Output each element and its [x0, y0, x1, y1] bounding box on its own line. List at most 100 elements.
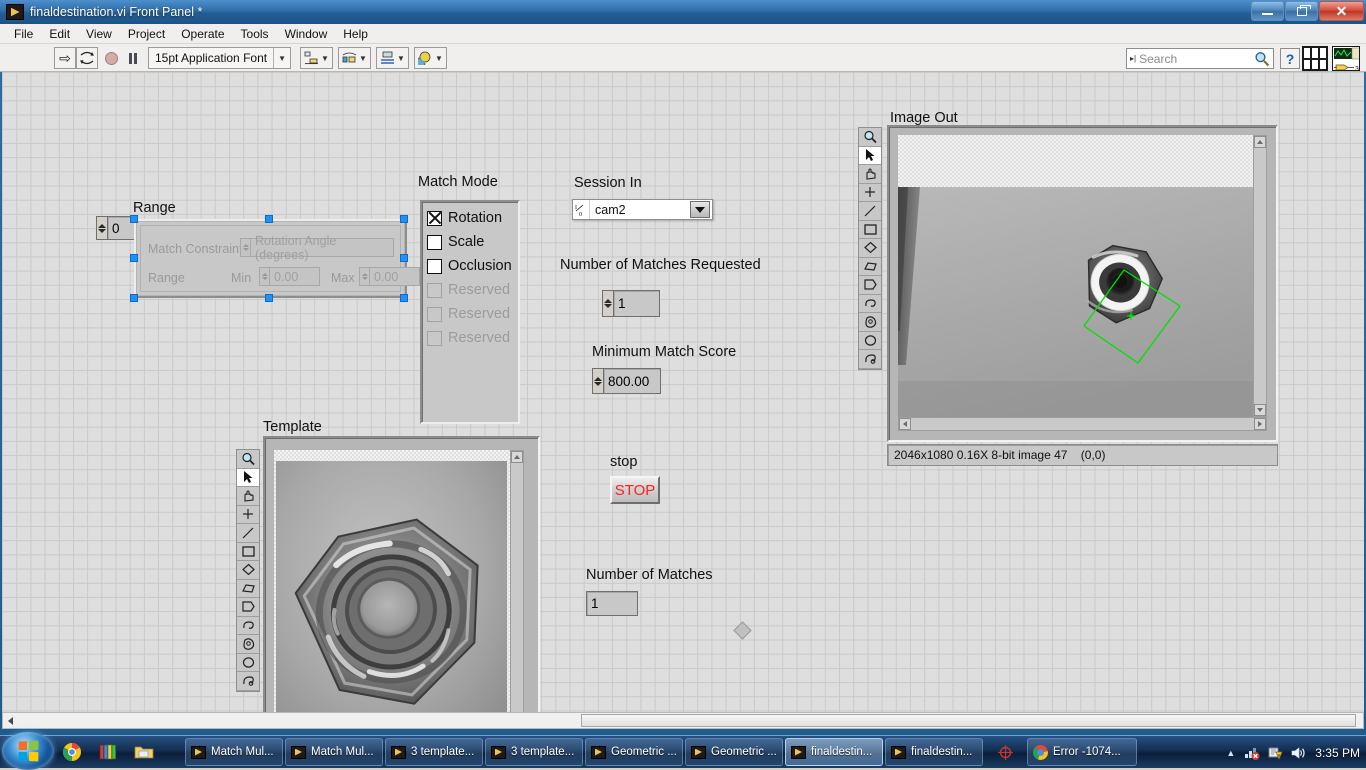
selection-handle-tc[interactable] [265, 215, 273, 223]
image-out-vscrollbar[interactable] [1253, 135, 1267, 417]
context-help-button[interactable]: ? [1280, 48, 1300, 69]
template-tool-palette[interactable] [236, 449, 260, 692]
network-error-icon[interactable] [1244, 745, 1260, 761]
line-icon[interactable] [237, 524, 259, 543]
polygon-icon[interactable] [859, 257, 881, 276]
close-button[interactable]: ✕ [1319, 1, 1364, 21]
minimize-button[interactable] [1251, 1, 1284, 21]
selection-handle-ml[interactable] [130, 254, 138, 262]
scroll-up-button[interactable] [1254, 136, 1266, 148]
panel-scroll-thumb[interactable] [581, 714, 1356, 727]
range-min-control[interactable]: 0.00 [259, 267, 320, 286]
restore-button[interactable] [1285, 1, 1318, 21]
selection-handle-br[interactable] [400, 294, 408, 302]
font-selector[interactable]: 15pt Application Font ▼ [148, 47, 292, 69]
run-button[interactable]: ⇨ [54, 47, 76, 69]
menu-item-file[interactable]: File [6, 25, 41, 43]
rotated-rectangle-icon[interactable] [859, 239, 881, 258]
menu-item-project[interactable]: Project [120, 25, 173, 43]
menu-item-help[interactable]: Help [335, 25, 376, 43]
library-icon[interactable] [98, 742, 118, 762]
selection-handle-tr[interactable] [400, 215, 408, 223]
annulus-icon[interactable] [859, 313, 881, 332]
range-numeric-spinner[interactable] [96, 216, 107, 240]
match-constraints-value[interactable]: Rotation Angle (degrees) [250, 234, 394, 262]
selection-arrow-icon[interactable] [237, 468, 259, 487]
taskbar-clock[interactable]: 3:35 PM [1315, 746, 1360, 760]
stop-button[interactable]: STOP [610, 476, 660, 504]
vi-thumbnail-icon[interactable]: 3 [1332, 46, 1360, 71]
taskbar-item-active[interactable]: finaldestin... [785, 738, 883, 766]
matches-requested-control[interactable]: 1 [602, 290, 660, 317]
panel-horizontal-scrollbar[interactable] [2, 712, 1364, 729]
selection-handle-mr[interactable] [400, 254, 408, 262]
taskbar-item[interactable]: Error -1074... [1027, 738, 1137, 766]
chevron-down-icon[interactable]: ▼ [359, 54, 367, 63]
match-mode-group[interactable]: Rotation Scale Occlusion Reserved Reserv… [420, 200, 520, 424]
abort-execution-button[interactable] [100, 47, 122, 69]
annulus-icon[interactable] [237, 635, 259, 654]
menu-item-view[interactable]: View [78, 25, 120, 43]
image-out-hscrollbar[interactable] [898, 417, 1267, 431]
image-out-view[interactable] [898, 135, 1267, 431]
scroll-right-button[interactable] [1254, 418, 1266, 430]
search-dropdown-icon[interactable]: ▸| [1127, 54, 1139, 63]
matches-requested-spinner[interactable] [602, 290, 613, 317]
taskbar-item[interactable]: Match Mul... [185, 738, 283, 766]
reorder-objects-button[interactable]: ▼ [414, 47, 447, 69]
zoom-icon[interactable] [859, 128, 881, 147]
scroll-down-button[interactable] [1254, 404, 1266, 416]
match-mode-item-rotation[interactable]: Rotation [427, 206, 513, 230]
image-out-display[interactable]: 2046x1080 0.16X 8-bit image 47 (0,0) [858, 125, 1278, 470]
chevron-down-icon[interactable]: ▼ [321, 54, 329, 63]
resize-objects-button[interactable]: ▼ [376, 47, 409, 69]
session-in-dropdown-button[interactable] [690, 201, 710, 218]
pan-hand-icon[interactable] [237, 487, 259, 506]
checkbox-rotation[interactable] [427, 210, 442, 226]
pan-hand-icon[interactable] [859, 165, 881, 184]
chevron-down-icon[interactable]: ▼ [397, 54, 405, 63]
chevron-down-icon[interactable]: ▼ [274, 54, 290, 63]
taskbar-item[interactable]: Geometric ... [685, 738, 783, 766]
template-vscrollbar[interactable] [510, 450, 524, 712]
oval-icon[interactable] [237, 653, 259, 672]
range-max-value[interactable]: 0.00 [369, 267, 420, 286]
point-icon[interactable] [859, 183, 881, 202]
freehand-icon[interactable] [237, 616, 259, 635]
align-objects-button[interactable]: ▼ [300, 47, 333, 69]
match-constraints-ring[interactable]: Rotation Angle (degrees) [240, 234, 394, 262]
line-icon[interactable] [859, 202, 881, 221]
match-mode-item-scale[interactable]: Scale [427, 230, 513, 254]
point-icon[interactable] [237, 505, 259, 524]
template-image-view[interactable] [274, 450, 524, 712]
rotated-rectangle-icon[interactable] [237, 561, 259, 580]
selection-handle-bc[interactable] [265, 294, 273, 302]
scroll-up-button[interactable] [511, 451, 523, 463]
broken-line-icon[interactable] [859, 276, 881, 295]
freehand-icon[interactable] [859, 294, 881, 313]
taskbar-item[interactable]: 3 template... [485, 738, 583, 766]
oval-icon[interactable] [859, 331, 881, 350]
taskbar-item[interactable]: finaldestin... [885, 738, 983, 766]
range-max-control[interactable]: 0.00 [359, 267, 420, 286]
panel-scroll-left-button[interactable] [3, 713, 17, 728]
rectangle-icon[interactable] [859, 220, 881, 239]
match-mode-item-occlusion[interactable]: Occlusion [427, 254, 513, 278]
range-cluster[interactable]: Match Constraints Rotation Angle (degree… [134, 219, 420, 298]
chevron-down-icon[interactable]: ▼ [435, 54, 443, 63]
range-min-value[interactable]: 0.00 [269, 267, 320, 286]
minimum-match-score-spinner[interactable] [592, 368, 603, 394]
freehand-region-icon[interactable] [237, 672, 259, 691]
image-out-tool-palette[interactable] [858, 127, 882, 370]
folder-icon[interactable] [134, 742, 154, 762]
start-button[interactable] [2, 732, 54, 770]
search-icon[interactable] [1254, 51, 1270, 67]
distribute-objects-button[interactable]: ▼ [338, 47, 371, 69]
taskbar-item[interactable]: Match Mul... [285, 738, 383, 766]
range-min-spinner[interactable] [259, 267, 269, 286]
selection-handle-tl[interactable] [130, 215, 138, 223]
matches-requested-value[interactable]: 1 [613, 290, 660, 317]
minimum-match-score-value[interactable]: 800.00 [603, 368, 661, 394]
menu-item-tools[interactable]: Tools [233, 25, 277, 43]
minimum-match-score-control[interactable]: 800.00 [592, 368, 661, 394]
